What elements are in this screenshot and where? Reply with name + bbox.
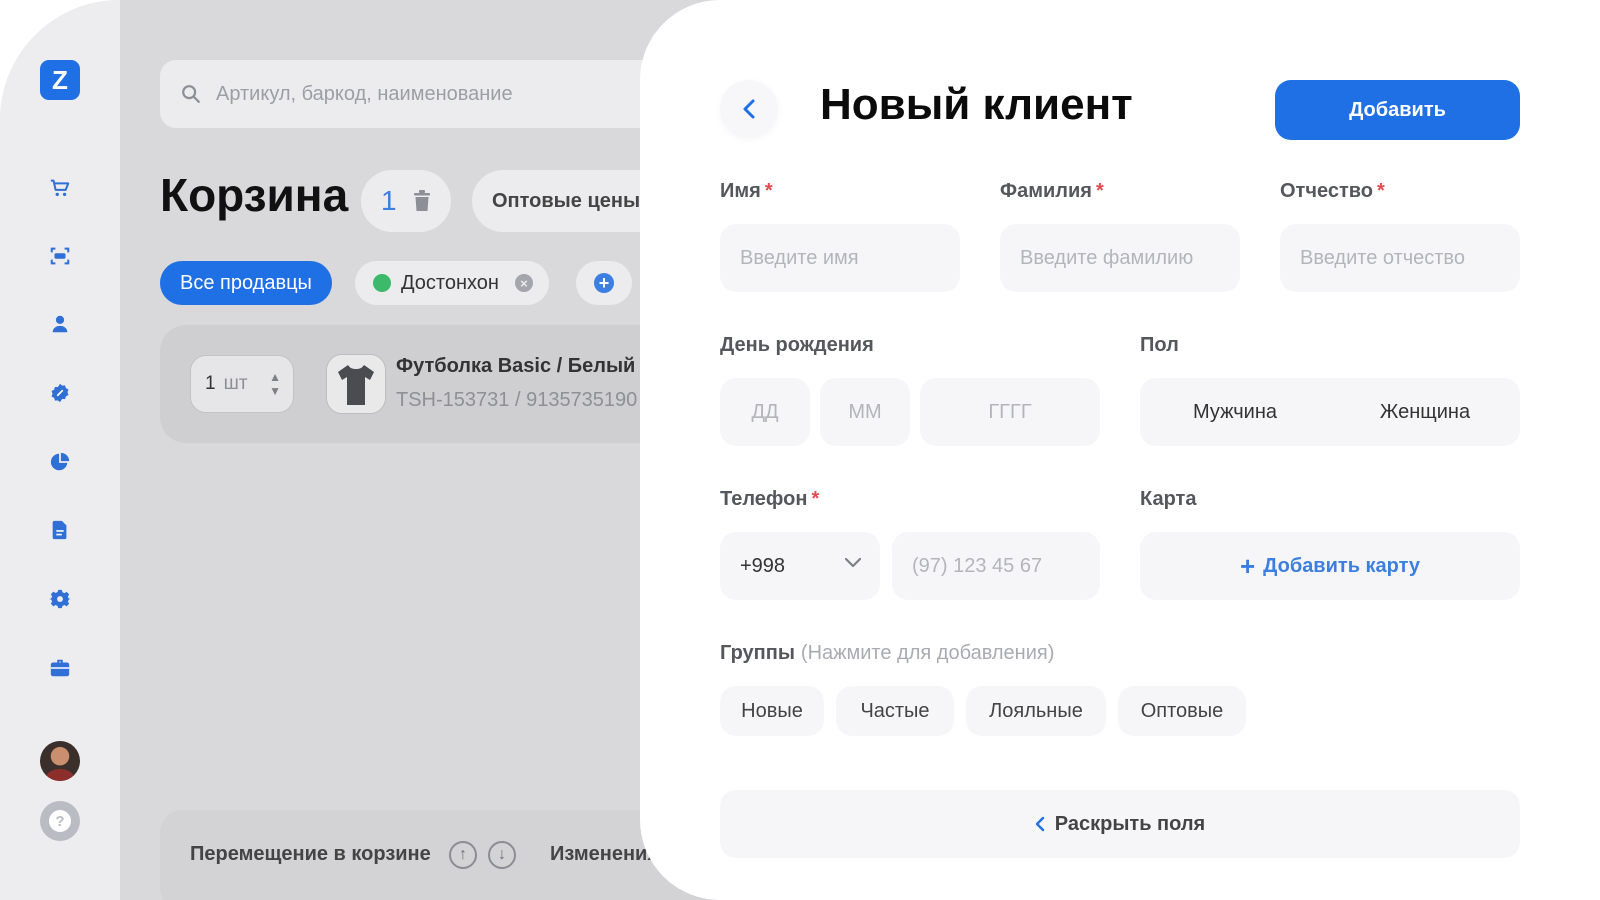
pie-chart-icon[interactable] [48,450,72,474]
chevron-down-icon [844,557,862,568]
arrow-up-icon[interactable]: ↑ [449,841,477,869]
birthday-label: День рождения [720,334,874,356]
changes-label: Изменения [550,843,659,865]
cart-footer: Перемещение в корзине ↑ ↓ Изменения [160,810,720,900]
move-in-cart-label: Перемещение в корзине [190,843,431,865]
seller-chip[interactable]: Достонхон × [355,261,549,305]
seller-status-dot [373,274,391,292]
gender-label: Пол [1140,334,1179,356]
expand-fields-button[interactable]: Раскрыть поля [720,790,1520,858]
phone-label: Телефон * [720,488,820,510]
card-label: Карта [1140,488,1197,510]
panel-title: Новый клиент [820,80,1133,129]
all-sellers-chip[interactable]: Все продавцы [160,261,332,305]
add-card-button[interactable]: + Добавить карту [1140,532,1520,600]
back-button[interactable] [720,80,778,138]
stepper-arrows-icon[interactable]: ▲ ▼ [269,370,281,398]
remove-seller-icon[interactable]: × [514,274,533,292]
country-code-select[interactable]: +998 [720,532,880,600]
page-title: Корзина [160,169,349,221]
scanner-icon[interactable] [48,244,72,268]
first-name-input[interactable] [720,224,960,292]
document-icon[interactable] [48,518,72,542]
plus-icon: + [1239,551,1256,581]
gender-male-option[interactable]: Мужчина [1140,378,1330,446]
product-name: Футболка Basic / Белый / [396,355,647,377]
search-icon [182,85,200,103]
search-input[interactable] [216,82,656,106]
birth-month-input[interactable] [820,378,910,446]
group-chip-wholesale[interactable]: Оптовые [1118,686,1246,736]
trash-icon[interactable] [413,190,431,212]
plus-icon: + [594,273,614,293]
last-name-input[interactable] [1000,224,1240,292]
phone-input[interactable] [892,532,1100,600]
cart-item: 1 шт ▲ ▼ Футболка Basic / Белый / TSH-153… [160,325,720,443]
add-seller-button[interactable]: + [576,261,632,305]
group-chip-loyal[interactable]: Лояльные [966,686,1106,736]
last-name-label: Фамилия * [1000,180,1104,202]
birth-day-input[interactable] [720,378,810,446]
add-client-button[interactable]: Добавить [1275,80,1520,140]
arrow-down-icon[interactable]: ↓ [488,841,516,869]
gender-female-option[interactable]: Женщина [1330,378,1520,446]
cart-icon[interactable] [48,176,72,200]
app-logo[interactable]: Z [40,60,80,100]
first-name-label: Имя * [720,180,773,202]
help-button[interactable]: ? [40,801,80,841]
product-sku: TSH-153731 / 9135735190 [396,389,638,411]
patronymic-input[interactable] [1280,224,1520,292]
gender-selector: Мужчина Женщина [1140,378,1520,446]
avatar[interactable] [40,741,80,781]
discount-icon[interactable] [48,381,72,405]
product-image [326,354,386,414]
chevron-left-icon [1035,816,1044,832]
groups-label: Группы (Нажмите для добавления) [720,642,1055,664]
chevron-left-icon [743,99,755,119]
gear-icon[interactable] [48,587,72,611]
new-client-panel: Новый клиент Добавить Имя* Фамилия* Отче… [640,0,1600,900]
sidebar: Z ? [0,0,120,900]
user-icon[interactable] [48,312,72,336]
group-chip-new[interactable]: Новые [720,686,824,736]
question-icon: ? [49,810,71,832]
birth-year-input[interactable] [920,378,1100,446]
briefcase-icon[interactable] [48,656,72,680]
search-bar[interactable] [160,60,720,128]
group-chip-frequent[interactable]: Частые [836,686,954,736]
quantity-stepper[interactable]: 1 шт ▲ ▼ [190,355,294,413]
cart-count: 1 [381,185,397,216]
cart-count-badge: 1 [361,170,451,232]
patronymic-label: Отчество * [1280,180,1385,202]
